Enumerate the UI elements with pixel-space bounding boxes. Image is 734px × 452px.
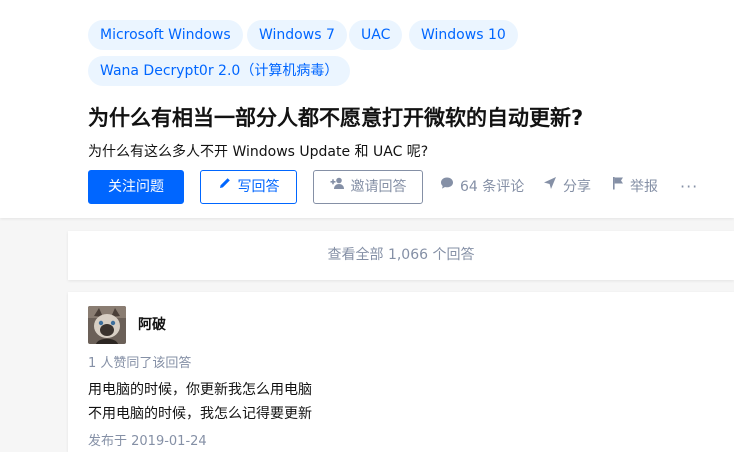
topic-tag-wana-decryptor[interactable]: Wana Decrypt0r 2.0（计算机病毒） <box>88 56 351 86</box>
view-all-answers-button[interactable]: 查看全部 1,066 个回答 <box>68 231 734 280</box>
share-label: 分享 <box>563 179 591 195</box>
report-button[interactable]: 举报 <box>612 170 658 204</box>
topic-tag-uac[interactable]: UAC <box>349 20 403 50</box>
vote-count: 1 人赞同了该回答 <box>88 356 192 371</box>
follow-question-label: 关注问题 <box>108 179 164 195</box>
comment-icon <box>440 169 454 203</box>
question-detail: 为什么有这么多人不开 Windows Update 和 UAC 呢? <box>88 144 429 160</box>
invite-answer-label: 邀请回答 <box>350 179 407 195</box>
add-person-icon <box>330 170 345 202</box>
view-all-answers-label: 查看全部 1,066 个回答 <box>327 247 475 263</box>
more-button[interactable]: ··· <box>680 170 698 204</box>
author-name[interactable]: 阿破 <box>138 314 166 336</box>
comments-count: 64 条评论 <box>460 179 525 195</box>
follow-question-button[interactable]: 关注问题 <box>88 170 184 204</box>
comments-link[interactable]: 64 条评论 <box>440 170 524 204</box>
topic-tag-windows-10[interactable]: Windows 10 <box>409 20 518 50</box>
question-header: Microsoft Windows Windows 7 UAC Windows … <box>0 0 734 218</box>
avatar[interactable] <box>88 306 126 344</box>
flag-icon <box>612 169 624 203</box>
report-label: 举报 <box>630 179 658 195</box>
topic-tag-windows-7[interactable]: Windows 7 <box>247 20 347 50</box>
share-icon <box>543 169 557 203</box>
invite-answer-button[interactable]: 邀请回答 <box>313 170 423 204</box>
topic-tag-microsoft-windows[interactable]: Microsoft Windows <box>88 20 243 50</box>
more-icon: ··· <box>680 177 699 196</box>
question-title: 为什么有相当一部分人都不愿意打开微软的自动更新? <box>88 106 584 130</box>
write-answer-button[interactable]: 写回答 <box>200 170 297 204</box>
answer-publish-time: 发布于 2019-01-24 <box>88 434 207 449</box>
question-actions: 关注问题 写回答 邀请回答 64 条评论 分享 举报 ··· <box>88 170 728 204</box>
answer-text-line: 不用电脑的时候，我怎么记得要更新 <box>88 406 312 422</box>
share-button[interactable]: 分享 <box>543 170 591 204</box>
pencil-icon <box>218 170 232 202</box>
answer-text-line: 用电脑的时候，你更新我怎么用电脑 <box>88 382 312 398</box>
answer-card: 阿破 1 人赞同了该回答 用电脑的时候，你更新我怎么用电脑 不用电脑的时候，我怎… <box>68 292 734 452</box>
write-answer-label: 写回答 <box>237 179 280 195</box>
